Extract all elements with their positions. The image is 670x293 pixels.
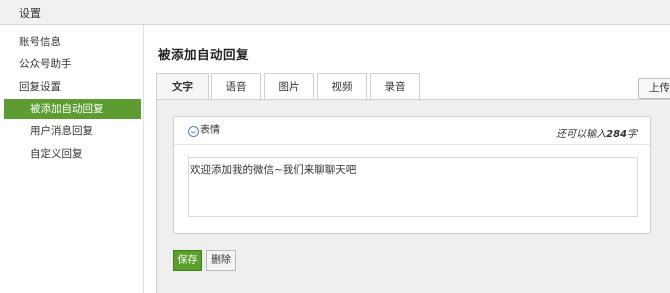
sidebar-item-label: 回复设置 bbox=[19, 81, 61, 93]
tab-text[interactable]: 文字 bbox=[156, 73, 209, 101]
smiley-icon bbox=[188, 125, 199, 137]
emoji-label: 表情 bbox=[200, 125, 220, 136]
tab-recording[interactable]: 录音 bbox=[370, 73, 420, 100]
sidebar-item-account-info[interactable]: 账号信息 bbox=[0, 32, 142, 52]
sidebar-item-assistant[interactable]: 公众号助手 bbox=[0, 54, 142, 74]
sidebar-item-label: 公众号助手 bbox=[19, 58, 72, 70]
sidebar-item-message-reply[interactable]: 用户消息回复 bbox=[0, 121, 142, 141]
tab-image[interactable]: 图片 bbox=[264, 73, 314, 100]
tab-panel: 表情 还可以输入284字 欢迎添加我的微信~我们来聊聊天吧 保存 删除 bbox=[156, 100, 670, 293]
sidebar-item-reply-settings[interactable]: 回复设置 bbox=[0, 77, 142, 97]
top-bar: 设置 bbox=[0, 0, 670, 25]
upload-button[interactable]: 上传 bbox=[638, 78, 670, 99]
page-title: 被添加自动回复 bbox=[158, 47, 250, 62]
char-count-value: 284 bbox=[606, 129, 627, 140]
char-count: 还可以输入284字 bbox=[556, 125, 637, 140]
tab-voice[interactable]: 语音 bbox=[211, 73, 261, 100]
sidebar-item-label: 自定义回复 bbox=[30, 148, 83, 160]
reply-textarea[interactable]: 欢迎添加我的微信~我们来聊聊天吧 bbox=[188, 157, 638, 217]
editor-toolbar: 表情 还可以输入284字 bbox=[174, 117, 650, 145]
sidebar: 账号信息 公众号助手 回复设置 被添加自动回复 用户消息回复 自定义回复 bbox=[0, 25, 144, 293]
main-content: 被添加自动回复 文字 语音 图片 视频 录音 上传 表情 还可以输入284字 欢… bbox=[145, 25, 670, 293]
sidebar-item-custom-reply[interactable]: 自定义回复 bbox=[0, 144, 142, 164]
char-count-suffix: 字 bbox=[627, 129, 637, 140]
emoji-button[interactable]: 表情 bbox=[188, 124, 220, 138]
sidebar-item-label: 用户消息回复 bbox=[30, 125, 93, 137]
save-button[interactable]: 保存 bbox=[173, 250, 202, 271]
delete-button[interactable]: 删除 bbox=[206, 250, 236, 271]
char-count-prefix: 还可以输入 bbox=[556, 129, 607, 140]
page-header-title: 设置 bbox=[19, 7, 41, 20]
sidebar-item-auto-reply-on-add[interactable]: 被添加自动回复 bbox=[4, 99, 141, 119]
reply-editor: 表情 还可以输入284字 欢迎添加我的微信~我们来聊聊天吧 bbox=[173, 116, 651, 234]
sidebar-item-label: 账号信息 bbox=[19, 36, 61, 48]
tab-video[interactable]: 视频 bbox=[317, 73, 367, 100]
sidebar-item-label: 被添加自动回复 bbox=[30, 103, 104, 115]
